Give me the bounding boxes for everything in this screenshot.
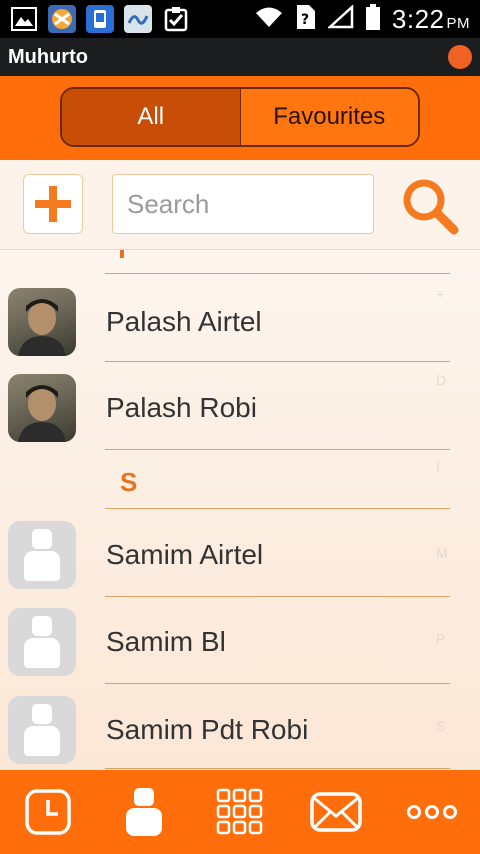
- search-icon: [403, 179, 459, 235]
- divider: [105, 449, 450, 450]
- default-avatar-icon: [8, 696, 76, 764]
- nav-dialpad[interactable]: [192, 770, 288, 854]
- gallery-icon: [124, 5, 152, 33]
- contact-name: Samim Bl: [106, 626, 226, 657]
- sync-browser-icon: [48, 5, 76, 33]
- clock: 3:22 PM: [391, 3, 470, 34]
- plus-icon: [35, 186, 71, 222]
- search-button[interactable]: [400, 176, 460, 236]
- wifi-icon: [254, 5, 284, 34]
- tab-all[interactable]: All: [62, 89, 241, 145]
- default-avatar-icon: [8, 521, 76, 589]
- bottom-nav: [0, 770, 480, 854]
- search-input[interactable]: [112, 174, 374, 234]
- nav-recents[interactable]: [0, 770, 96, 854]
- app-title-bar: Muhurto: [0, 38, 480, 76]
- recents-clock-icon: [25, 789, 71, 835]
- status-bar: ? 3:22 PM: [0, 0, 480, 38]
- notification-icons: [10, 5, 190, 33]
- contact-row[interactable]: Samim Bl: [0, 602, 480, 690]
- nav-contacts[interactable]: [96, 770, 192, 854]
- contact-photo: [8, 288, 76, 356]
- clipboard-check-icon: [162, 5, 190, 33]
- dialpad-icon: [216, 788, 263, 835]
- index-letter[interactable]: S: [436, 718, 445, 734]
- contact-name: Samim Pdt Robi: [106, 714, 309, 745]
- contact-row[interactable]: Palash Airtel: [0, 282, 480, 370]
- more-icon: [407, 805, 457, 819]
- system-status: ? 3:22 PM: [254, 0, 470, 38]
- divider: [105, 683, 450, 684]
- tab-favourites[interactable]: Favourites: [240, 89, 418, 145]
- divider: [105, 361, 450, 362]
- nav-more[interactable]: [384, 770, 480, 854]
- divider: [105, 596, 450, 597]
- index-letter[interactable]: M: [436, 545, 448, 561]
- contact-photo: [8, 374, 76, 442]
- contact-name: Samim Airtel: [106, 539, 264, 570]
- contact-row[interactable]: Samim Airtel: [0, 515, 480, 603]
- app-store-icon: [86, 5, 114, 33]
- nav-messages[interactable]: [288, 770, 384, 854]
- messages-envelope-icon: [310, 792, 362, 832]
- contacts-person-icon: [126, 788, 162, 836]
- battery-icon: [365, 3, 380, 35]
- section-header-partial: [120, 250, 124, 258]
- contact-name: Palash Robi: [106, 392, 257, 423]
- divider: [105, 768, 450, 769]
- divider: [105, 508, 450, 509]
- contact-row[interactable]: Samim Pdt Robi: [0, 690, 480, 770]
- divider: [105, 273, 450, 274]
- index-letter[interactable]: P: [436, 631, 445, 647]
- app-menu-dot-icon[interactable]: [448, 45, 472, 69]
- contact-row[interactable]: Palash Robi: [0, 368, 480, 456]
- tab-band: All Favourites: [0, 76, 480, 160]
- contact-name: Palash Airtel: [106, 306, 262, 337]
- app-title: Muhurto: [8, 46, 88, 68]
- segmented-tabs: All Favourites: [60, 87, 420, 147]
- section-header: S: [120, 467, 138, 497]
- image-icon: [10, 5, 38, 33]
- contact-list[interactable]: + Palash Airtel D Palash Robi I S Samim …: [0, 250, 480, 770]
- sim-unknown-icon: ?: [296, 4, 316, 35]
- default-avatar-icon: [8, 608, 76, 676]
- add-contact-button[interactable]: [23, 174, 83, 234]
- signal-icon: [326, 3, 354, 34]
- index-letter[interactable]: I: [436, 458, 440, 474]
- svg-text:?: ?: [301, 12, 309, 28]
